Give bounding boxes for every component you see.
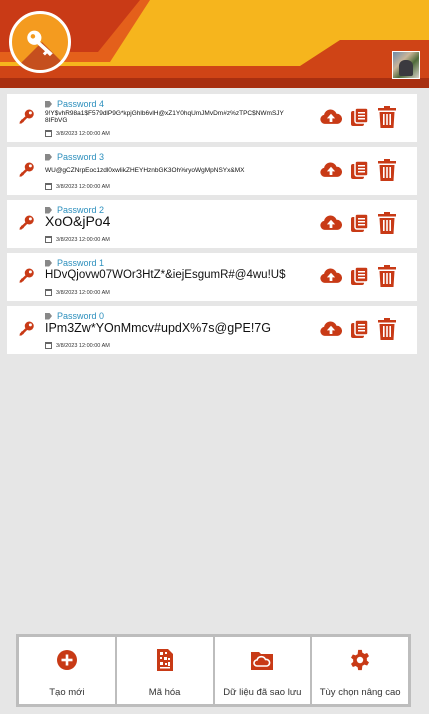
copy-icon[interactable] <box>350 266 370 291</box>
app-header <box>0 0 429 88</box>
key-icon <box>19 268 34 283</box>
nav-backup-data[interactable]: Dữ liệu đã sao lưu <box>214 637 311 704</box>
nav-label: Mã hóa <box>148 687 181 698</box>
tag-icon <box>45 153 52 161</box>
password-value: IPm3Zw*YOnMmcv#updX%7s@gPE!7G <box>45 321 271 335</box>
bottom-nav: Tạo mới Mã hóa Dữ liệu đã sao lưu Tùy ch… <box>16 634 411 707</box>
key-icon <box>19 321 34 336</box>
nav-create-new[interactable]: Tạo mới <box>19 637 115 704</box>
plus-circle-icon <box>56 650 77 670</box>
password-value: HDvQjovw07WOr3HtZ*&iejEsgumR#@4wu!U$ <box>45 269 286 281</box>
nav-encrypt[interactable]: Mã hóa <box>116 637 213 704</box>
trash-icon[interactable] <box>378 106 396 133</box>
password-card[interactable]: Password 0 IPm3Zw*YOnMmcv#updX%7s@gPE!7G… <box>7 306 417 354</box>
trash-icon[interactable] <box>378 212 396 239</box>
password-label: Password 4 <box>45 99 104 109</box>
password-date: 3/8/2023 12:00:00 AM <box>45 342 110 349</box>
nav-advanced-options[interactable]: Tùy chọn nâng cao <box>312 637 408 704</box>
password-value: WU@gCZNrpEoc1zdl0xwlikZHEYHznbGK3Oh%ryoW… <box>45 167 245 174</box>
calendar-icon <box>45 342 52 349</box>
password-date: 3/8/2023 12:00:00 AM <box>45 236 110 243</box>
password-date: 3/8/2023 12:00:00 AM <box>45 130 110 137</box>
qr-document-icon <box>156 649 173 671</box>
password-card[interactable]: Password 3 WU@gCZNrpEoc1zdl0xwlikZHEYHzn… <box>7 147 417 195</box>
password-card[interactable]: Password 4 9!Y$vhR98a1$F579dlP9G*kpjGhlb… <box>7 94 417 142</box>
cloud-upload-icon[interactable] <box>320 109 343 130</box>
user-avatar[interactable] <box>392 51 420 79</box>
calendar-icon <box>45 236 52 243</box>
key-icon <box>27 30 53 57</box>
trash-icon[interactable] <box>378 318 396 345</box>
copy-icon[interactable] <box>350 213 370 238</box>
copy-icon[interactable] <box>350 160 370 185</box>
calendar-icon <box>45 289 52 296</box>
copy-icon[interactable] <box>350 319 370 344</box>
calendar-icon <box>45 183 52 190</box>
cloud-upload-icon[interactable] <box>320 268 343 289</box>
tag-icon <box>45 312 52 320</box>
cloud-upload-icon[interactable] <box>320 162 343 183</box>
trash-icon[interactable] <box>378 265 396 292</box>
app-logo <box>9 11 71 73</box>
password-date: 3/8/2023 12:00:00 AM <box>45 289 110 296</box>
cloud-upload-icon[interactable] <box>320 215 343 236</box>
key-icon <box>19 215 34 230</box>
calendar-icon <box>45 130 52 137</box>
tag-icon <box>45 259 52 267</box>
key-icon <box>19 109 34 124</box>
cloud-folder-icon <box>251 652 274 670</box>
trash-icon[interactable] <box>378 159 396 186</box>
password-list: Password 4 9!Y$vhR98a1$F579dlP9G*kpjGhlb… <box>7 94 417 359</box>
nav-label: Tùy chọn nâng cao <box>319 687 401 698</box>
password-value: XoO&jPo4 <box>45 213 111 229</box>
nav-label: Tạo mới <box>49 687 85 698</box>
password-label: Password 0 <box>45 311 104 321</box>
password-label: Password 1 <box>45 258 104 268</box>
cloud-upload-icon[interactable] <box>320 321 343 342</box>
password-value: 9!Y$vhR98a1$F579dlP9G*kpjGhlb6vlH@xZ1Y0h… <box>45 110 284 124</box>
gear-icon <box>351 649 370 671</box>
key-icon <box>19 162 34 177</box>
copy-icon[interactable] <box>350 107 370 132</box>
nav-label: Dữ liệu đã sao lưu <box>223 687 302 698</box>
password-label: Password 3 <box>45 152 104 162</box>
password-date: 3/8/2023 12:00:00 AM <box>45 183 110 190</box>
tag-icon <box>45 100 52 108</box>
password-card[interactable]: Password 1 HDvQjovw07WOr3HtZ*&iejEsgumR#… <box>7 253 417 301</box>
password-card[interactable]: Password 2 XoO&jPo4 3/8/2023 12:00:00 AM <box>7 200 417 248</box>
